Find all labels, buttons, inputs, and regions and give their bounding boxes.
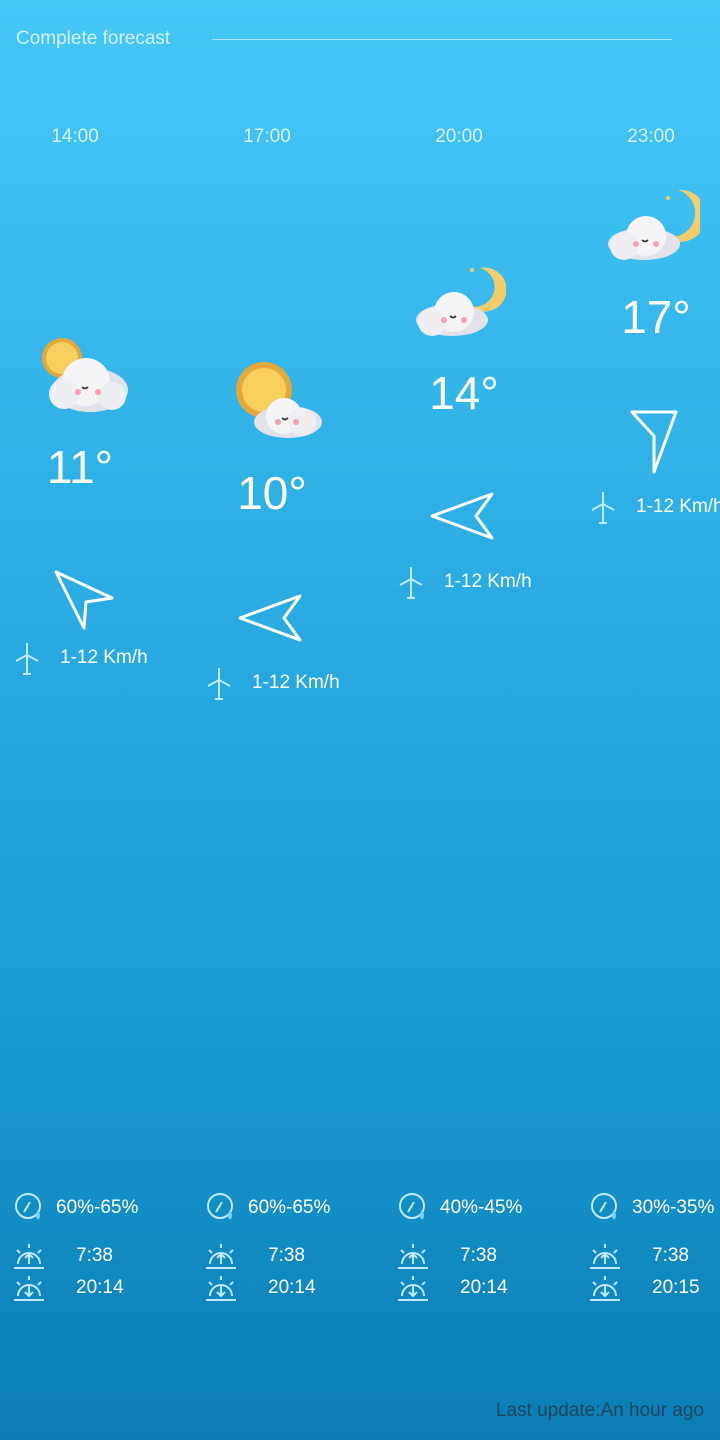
- forecast-time: 14:00: [51, 126, 99, 147]
- forecast-time: 23:00: [627, 126, 675, 147]
- humidity-row: 40%-45%: [398, 1192, 522, 1224]
- navigation-arrow-icon: [238, 594, 302, 642]
- wind-turbine-icon: [399, 567, 423, 599]
- forecast-column: 17:00 10° 1-12 Km/h 60%-65% 7:38 20:14: [192, 0, 384, 1440]
- sunrise-icon: [206, 1244, 236, 1269]
- sunrise-time: 7:38: [652, 1245, 689, 1266]
- sun-cloud-icon: [236, 362, 322, 438]
- humidity-gauge-icon: [591, 1193, 617, 1220]
- humidity-value: 60%-65%: [248, 1197, 331, 1218]
- wind-info: 1-12 Km/h: [590, 490, 720, 524]
- navigation-arrow-icon: [430, 492, 494, 540]
- sunrise-icon: [398, 1244, 428, 1269]
- wind-turbine-icon: [591, 492, 615, 524]
- forecast-column: 20:00 14° 1-12 Km/h 40%-45% 7:38 20:14: [384, 0, 576, 1440]
- sunset-row: 20:14: [398, 1274, 508, 1302]
- sunset-time: 20:14: [268, 1277, 316, 1298]
- moon-cloud-icon: [608, 189, 700, 260]
- wind-speed: 1-12 Km/h: [60, 647, 148, 668]
- sunrise-icon: [14, 1244, 44, 1269]
- sunset-icon: [590, 1276, 620, 1301]
- sunrise-icon: [590, 1244, 620, 1269]
- sunset-icon: [398, 1276, 428, 1301]
- wind-speed: 1-12 Km/h: [444, 571, 532, 592]
- humidity-row: 30%-35%: [590, 1192, 714, 1224]
- navigation-arrow-icon: [54, 570, 114, 630]
- wind-speed: 1-12 Km/h: [252, 672, 340, 693]
- forecast-column: 23:00 17° 1-12 Km/h 30%-35% 7:38 20:15: [576, 0, 720, 1440]
- temperature: 11°: [46, 441, 114, 493]
- forecast-column: 14:00 11° 1-12 Km/h 60%-65% 7:38 20:14: [0, 0, 192, 1440]
- sunset-time: 20:14: [76, 1277, 124, 1298]
- last-update-label: Last update:An hour ago: [495, 1400, 704, 1421]
- humidity-value: 60%-65%: [56, 1197, 139, 1218]
- forecast-time: 20:00: [435, 126, 483, 147]
- sun-cloud-icon: [42, 338, 128, 412]
- humidity-row: 60%-65%: [14, 1192, 138, 1224]
- wind-info: 1-12 Km/h: [14, 641, 148, 675]
- humidity-gauge-icon: [399, 1193, 425, 1220]
- humidity-gauge-icon: [207, 1193, 233, 1220]
- temperature: 14°: [429, 367, 499, 419]
- sunrise-row: 7:38: [206, 1242, 305, 1270]
- wind-turbine-icon: [207, 668, 231, 700]
- sunset-icon: [206, 1276, 236, 1301]
- moon-cloud-icon: [416, 267, 506, 336]
- wind-speed: 1-12 Km/h: [636, 496, 720, 517]
- humidity-value: 40%-45%: [440, 1197, 523, 1218]
- sunrise-time: 7:38: [76, 1245, 113, 1266]
- navigation-arrow-icon: [630, 410, 678, 474]
- forecast-time: 17:00: [243, 126, 291, 147]
- sunrise-row: 7:38: [14, 1242, 113, 1270]
- wind-turbine-icon: [15, 643, 39, 675]
- wind-info: 1-12 Km/h: [206, 666, 340, 700]
- sunrise-row: 7:38: [398, 1242, 497, 1270]
- temperature: 17°: [621, 291, 691, 343]
- sunset-row: 20:15: [590, 1274, 700, 1302]
- sunset-time: 20:14: [460, 1277, 508, 1298]
- sunset-time: 20:15: [652, 1277, 700, 1298]
- sunrise-row: 7:38: [590, 1242, 689, 1270]
- sunset-row: 20:14: [14, 1274, 124, 1302]
- humidity-gauge-icon: [15, 1193, 41, 1220]
- humidity-row: 60%-65%: [206, 1192, 330, 1224]
- temperature: 10°: [237, 467, 307, 519]
- sunset-row: 20:14: [206, 1274, 316, 1302]
- sunrise-time: 7:38: [268, 1245, 305, 1266]
- humidity-value: 30%-35%: [632, 1197, 715, 1218]
- sunset-icon: [14, 1276, 44, 1301]
- wind-info: 1-12 Km/h: [398, 565, 532, 599]
- sunrise-time: 7:38: [460, 1245, 497, 1266]
